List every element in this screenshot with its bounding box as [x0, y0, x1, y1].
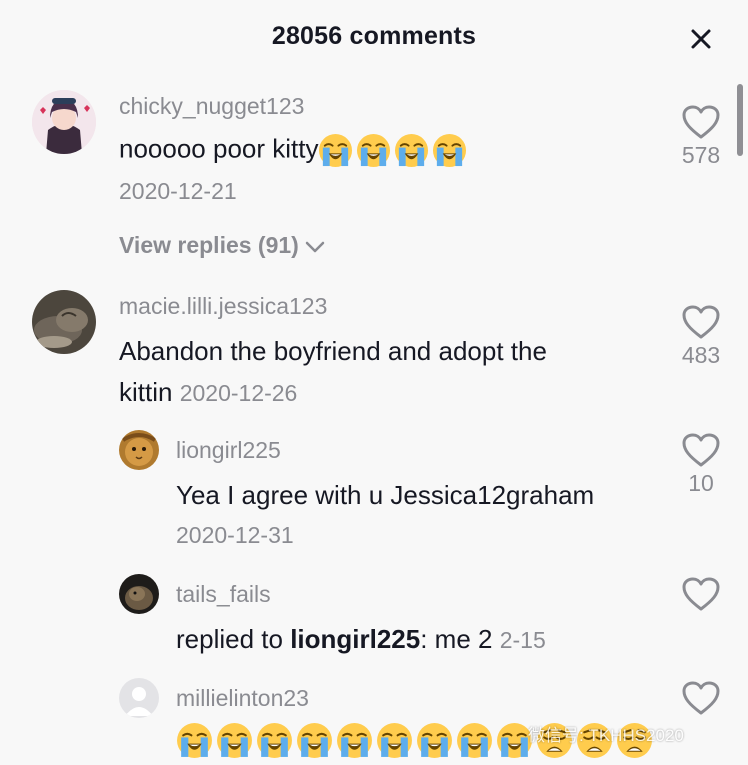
loudly-crying-face-emoji-icon [177, 723, 212, 758]
comment-username[interactable]: macie.lilli.jessica123 [119, 293, 327, 320]
reply-username[interactable]: liongirl225 [176, 437, 281, 464]
heart-icon [682, 305, 720, 339]
comment-body: nooooo poor kitty [119, 133, 319, 164]
comment-date: 2020-12-21 [119, 178, 237, 204]
reply-prefix: replied to [176, 624, 291, 654]
like-count: 10 [688, 470, 714, 496]
reply-date: 2020-12-31 [176, 522, 294, 548]
mention-link[interactable]: liongirl225 [290, 624, 420, 654]
comment-text-line2: kittin 2020-12-26 [119, 377, 297, 408]
reply-body: : me 2 [420, 624, 493, 654]
heart-icon [682, 433, 720, 467]
loudly-crying-face-emoji-icon [297, 723, 332, 758]
close-button[interactable] [682, 20, 720, 58]
heart-icon [682, 105, 720, 139]
view-replies-button[interactable]: View replies (91) [119, 232, 325, 259]
heart-icon [682, 577, 720, 611]
comments-header: 28056 comments [0, 0, 748, 78]
like-button[interactable]: 483 [671, 304, 731, 369]
like-button[interactable] [671, 576, 731, 612]
avatar[interactable] [119, 574, 159, 614]
like-count: 483 [681, 342, 721, 368]
loudly-crying-face-emoji-icon [319, 133, 353, 168]
default-avatar-icon [119, 678, 159, 718]
heart-icon [682, 681, 720, 715]
comment-count-title: 28056 comments [271, 22, 477, 50]
reply-text: replied to liongirl225: me 2 2-15 [176, 624, 546, 655]
comment-date: 2020-12-26 [179, 380, 298, 406]
loudly-crying-face-emoji-icon [395, 133, 429, 168]
avatar[interactable] [32, 90, 96, 154]
reply-date: 2-15 [499, 627, 546, 653]
scrollbar[interactable] [737, 84, 743, 156]
loudly-crying-face-emoji-icon [417, 723, 452, 758]
comments-sheet: 28056 comments chicky_nugget123 nooooo p… [0, 0, 748, 765]
loudly-crying-face-emoji-icon [257, 723, 292, 758]
comment-text: Abandon the boyfriend and adopt the [119, 336, 547, 366]
watermark: 微信号: TKHHS2020 [528, 726, 684, 745]
avatar[interactable] [32, 290, 96, 354]
loudly-crying-face-emoji-icon [377, 723, 412, 758]
like-count: 578 [681, 142, 721, 168]
loudly-crying-face-emoji-icon [357, 133, 391, 168]
avatar[interactable] [119, 678, 159, 718]
loudly-crying-face-emoji-icon [337, 723, 372, 758]
like-button[interactable]: 578 [671, 104, 731, 169]
avatar[interactable] [119, 430, 159, 470]
reply-text: Yea I agree with u Jessica12graham [176, 480, 595, 510]
loudly-crying-face-emoji-icon [457, 723, 492, 758]
view-replies-label: View replies (91) [119, 232, 299, 258]
loudly-crying-face-emoji-icon [433, 133, 467, 168]
reply-username[interactable]: millielinton23 [176, 685, 309, 712]
comment-username[interactable]: chicky_nugget123 [119, 93, 304, 120]
close-icon [691, 29, 711, 49]
reply-username[interactable]: tails_fails [176, 581, 271, 608]
like-button[interactable] [671, 680, 731, 716]
loudly-crying-face-emoji-icon [217, 723, 252, 758]
like-button[interactable]: 10 [671, 432, 731, 497]
comment-body: kittin [119, 377, 173, 407]
emoji-row [318, 133, 470, 168]
chevron-down-icon [305, 241, 325, 253]
comment-text: nooooo poor kitty [119, 133, 470, 168]
